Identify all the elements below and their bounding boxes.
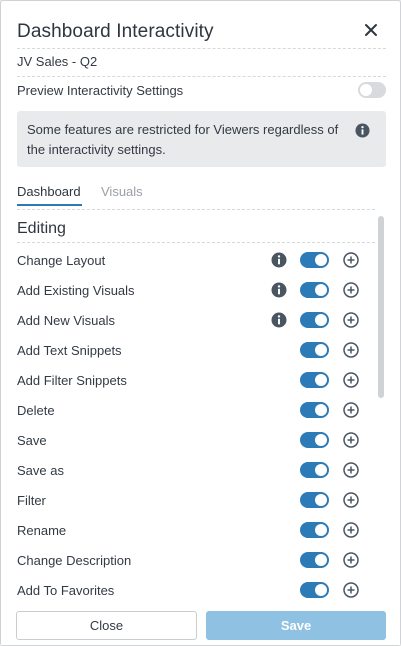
setting-label: Delete <box>17 403 55 418</box>
panel-title: Dashboard Interactivity <box>17 21 214 42</box>
add-circle-icon[interactable] <box>343 552 359 568</box>
setting-row: Change Description <box>17 545 367 575</box>
preview-settings-label: Preview Interactivity Settings <box>17 83 184 98</box>
setting-toggle[interactable] <box>300 402 329 418</box>
toggle-knob <box>315 314 327 326</box>
setting-label: Save <box>17 433 47 448</box>
setting-label: Change Layout <box>17 253 106 268</box>
toggle-knob <box>315 494 327 506</box>
setting-row: Delete <box>17 395 367 425</box>
info-icon[interactable] <box>271 282 287 298</box>
setting-label: Add New Visuals <box>17 313 116 328</box>
add-circle-icon[interactable] <box>343 252 359 268</box>
setting-label: Add Filter Snippets <box>17 373 127 388</box>
add-circle-icon[interactable] <box>343 522 359 538</box>
setting-row: Rename <box>17 515 367 545</box>
preview-settings-row: Preview Interactivity Settings <box>17 81 386 101</box>
panel-tabs: Dashboard Visuals <box>17 184 386 208</box>
close-button[interactable]: Close <box>16 611 197 640</box>
setting-toggle[interactable] <box>300 462 329 478</box>
info-icon[interactable] <box>271 252 287 268</box>
active-tab-indicator <box>17 204 82 206</box>
toggle-knob <box>315 464 327 476</box>
setting-label: Rename <box>17 523 67 538</box>
toggle-knob <box>315 404 327 416</box>
setting-row: Save <box>17 425 367 455</box>
notice-text: Some features are restricted for Viewers… <box>27 122 339 157</box>
toggle-knob <box>315 254 327 266</box>
setting-toggle[interactable] <box>300 522 329 538</box>
setting-toggle[interactable] <box>300 492 329 508</box>
info-icon <box>355 123 370 143</box>
info-icon[interactable] <box>271 312 287 328</box>
add-circle-icon[interactable] <box>343 372 359 388</box>
dashboard-interactivity-panel: Dashboard Interactivity JV Sales - Q2 Pr… <box>0 0 401 646</box>
preview-settings-toggle[interactable] <box>358 82 386 98</box>
setting-row: Filter <box>17 485 367 515</box>
setting-toggle[interactable] <box>300 372 329 388</box>
setting-row: Change Layout <box>17 245 367 275</box>
setting-row: Add Filter Snippets <box>17 365 367 395</box>
setting-label: Add Text Snippets <box>17 343 122 358</box>
toggle-knob <box>315 374 327 386</box>
divider <box>17 242 375 243</box>
setting-toggle[interactable] <box>300 342 329 358</box>
add-circle-icon[interactable] <box>343 582 359 598</box>
setting-toggle[interactable] <box>300 582 329 598</box>
tab-dashboard[interactable]: Dashboard <box>17 184 81 199</box>
tab-visuals[interactable]: Visuals <box>101 184 143 199</box>
save-button[interactable]: Save <box>206 611 386 640</box>
toggle-knob <box>315 284 327 296</box>
setting-toggle[interactable] <box>300 312 329 328</box>
scrollbar[interactable] <box>378 216 384 398</box>
setting-toggle[interactable] <box>300 432 329 448</box>
setting-label: Save as <box>17 463 64 478</box>
editing-settings-list: Change Layout Add Existing Visuals Add New… <box>17 245 367 605</box>
setting-row: Add Text Snippets <box>17 335 367 365</box>
setting-toggle[interactable] <box>300 252 329 268</box>
setting-row: Add New Visuals <box>17 305 367 335</box>
setting-toggle[interactable] <box>300 282 329 298</box>
toggle-knob <box>315 554 327 566</box>
add-circle-icon[interactable] <box>343 432 359 448</box>
close-icon[interactable] <box>362 21 380 39</box>
setting-label: Change Description <box>17 553 132 568</box>
toggle-knob <box>315 344 327 356</box>
divider <box>17 209 375 210</box>
viewer-restriction-notice: Some features are restricted for Viewers… <box>17 111 386 167</box>
setting-label: Add Existing Visuals <box>17 283 135 298</box>
toggle-knob <box>315 434 327 446</box>
setting-row: Save as <box>17 455 367 485</box>
add-circle-icon[interactable] <box>343 492 359 508</box>
toggle-knob <box>315 524 327 536</box>
toggle-knob <box>315 584 327 596</box>
add-circle-icon[interactable] <box>343 312 359 328</box>
add-circle-icon[interactable] <box>343 402 359 418</box>
panel-footer: Close Save <box>1 601 400 645</box>
setting-label: Filter <box>17 493 46 508</box>
dashboard-name: JV Sales - Q2 <box>17 53 386 77</box>
add-circle-icon[interactable] <box>343 462 359 478</box>
toggle-knob <box>360 84 372 96</box>
add-circle-icon[interactable] <box>343 342 359 358</box>
setting-row: Add Existing Visuals <box>17 275 367 305</box>
section-heading: Editing <box>17 220 66 237</box>
panel-header: Dashboard Interactivity <box>17 15 386 49</box>
setting-label: Add To Favorites <box>17 583 115 598</box>
setting-toggle[interactable] <box>300 552 329 568</box>
add-circle-icon[interactable] <box>343 282 359 298</box>
